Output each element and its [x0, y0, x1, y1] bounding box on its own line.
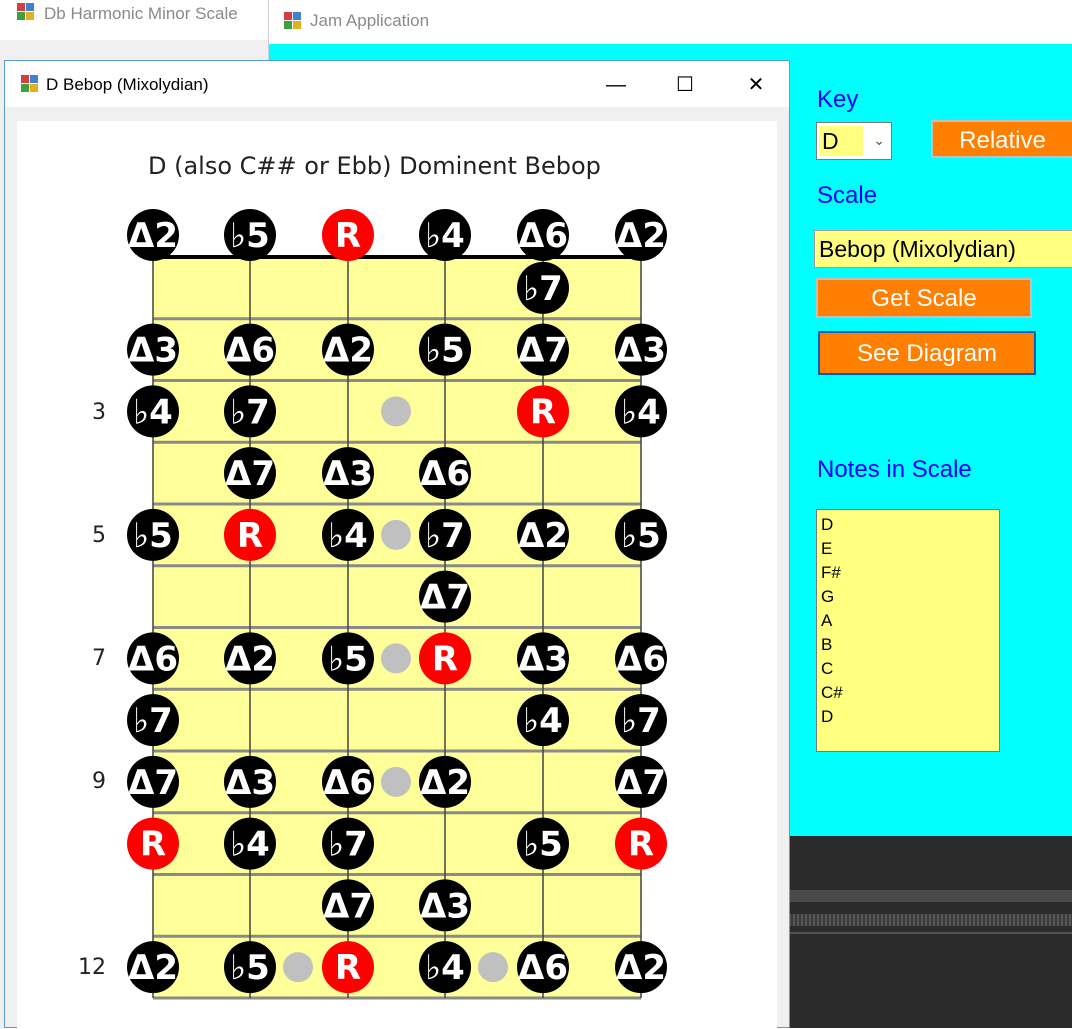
list-item[interactable]: F#	[821, 561, 995, 585]
list-item[interactable]: C	[821, 657, 995, 681]
note-label: Δ6	[323, 763, 373, 803]
note-label: ♭7	[328, 825, 368, 865]
note-label: Δ6	[518, 216, 568, 256]
note-label: ♭7	[133, 701, 173, 741]
note-label: R	[530, 392, 556, 432]
note-label: Δ7	[225, 454, 275, 494]
key-select[interactable]: D ⌄	[816, 122, 892, 160]
fret-inlay	[381, 643, 411, 674]
list-item[interactable]: D	[821, 513, 995, 537]
list-item[interactable]: B	[821, 633, 995, 657]
note-label: Δ2	[518, 516, 568, 556]
note-label: ♭7	[621, 701, 661, 741]
note-label: R	[628, 825, 654, 865]
note-label: ♭5	[328, 639, 368, 679]
note-label: R	[237, 516, 263, 556]
note-label: ♭7	[425, 516, 465, 556]
note-label: ♭5	[621, 516, 661, 556]
fret-inlay	[478, 952, 508, 983]
note-label: ♭4	[230, 825, 270, 865]
note-label: Δ7	[323, 886, 373, 926]
chevron-down-icon: ⌄	[873, 132, 885, 148]
note-label: Δ7	[128, 763, 178, 803]
note-label: Δ3	[518, 639, 568, 679]
note-label: Δ2	[420, 763, 470, 803]
notes-list[interactable]: D E F# G A B C C# D	[816, 509, 1000, 752]
note-label: ♭5	[425, 331, 465, 371]
list-item[interactable]: D	[821, 705, 995, 729]
fretboard-diagram: Δ2 ♭5 R ♭4 Δ6 Δ2 ♭7 Δ3 Δ6 Δ2 ♭5 Δ7 Δ3 ♭4 ♭7 R ♭4 Δ7 Δ3 Δ6 ♭5…	[127, 209, 667, 1000]
fret-inlay	[381, 519, 411, 550]
note-label: ♭5	[523, 825, 563, 865]
note-label: Δ7	[518, 331, 568, 371]
note-label: ♭4	[133, 392, 173, 432]
note-label: Δ2	[616, 216, 666, 256]
see-diagram-button[interactable]: See Diagram	[818, 331, 1036, 375]
list-item[interactable]: G	[821, 585, 995, 609]
scale-label: Scale	[817, 182, 878, 209]
note-label: R	[335, 948, 361, 988]
note-label: ♭4	[328, 516, 368, 556]
note-label: Δ7	[420, 578, 470, 618]
note-label: R	[432, 639, 458, 679]
note-label: Δ6	[420, 454, 470, 494]
fret-inlay	[381, 396, 411, 427]
note-label: Δ2	[323, 331, 373, 371]
note-label: Δ6	[616, 639, 666, 679]
note-label: Δ2	[128, 216, 178, 256]
fret-inlay	[283, 952, 313, 983]
note-label: Δ6	[518, 948, 568, 988]
note-label: Δ6	[128, 639, 178, 679]
note-label: Δ3	[225, 763, 275, 803]
note-label: Δ2	[616, 948, 666, 988]
note-label: Δ2	[128, 948, 178, 988]
note-label: Δ6	[225, 331, 275, 371]
note-label: ♭4	[425, 948, 465, 988]
note-label: ♭5	[230, 948, 270, 988]
note-label: R	[335, 216, 361, 256]
note-label: Δ3	[128, 331, 178, 371]
note-label: Δ3	[420, 886, 470, 926]
note-label: Δ3	[616, 331, 666, 371]
list-item[interactable]: E	[821, 537, 995, 561]
note-label: ♭4	[621, 392, 661, 432]
note-label: Δ2	[225, 639, 275, 679]
list-item[interactable]: A	[821, 609, 995, 633]
note-label: Δ7	[616, 763, 666, 803]
get-scale-button[interactable]: Get Scale	[816, 278, 1032, 318]
note-label: ♭7	[523, 269, 563, 309]
key-label: Key	[817, 86, 859, 113]
list-item[interactable]: C#	[821, 681, 995, 705]
note-label: ♭4	[523, 701, 563, 741]
note-label: R	[140, 825, 166, 865]
key-select-value: D	[819, 126, 863, 156]
note-label: Δ3	[323, 454, 373, 494]
relative-button[interactable]: Relative	[931, 120, 1072, 158]
note-label: ♭5	[133, 516, 173, 556]
note-label: ♭5	[230, 216, 270, 256]
notes-in-scale-label: Notes in Scale	[817, 456, 972, 483]
fret-inlay	[381, 766, 411, 797]
note-label: ♭7	[230, 392, 270, 432]
note-label: ♭4	[425, 216, 465, 256]
scale-combo[interactable]: Bebop (Mixolydian)	[814, 230, 1072, 268]
